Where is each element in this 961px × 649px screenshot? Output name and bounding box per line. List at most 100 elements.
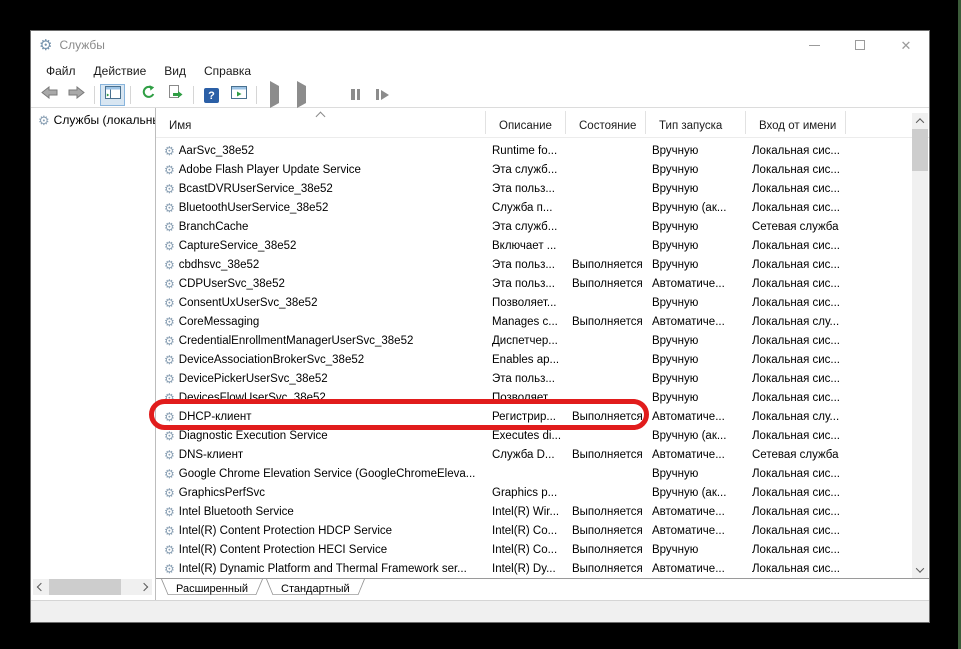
resume-service-button[interactable] [289, 84, 314, 106]
refresh-button[interactable] [136, 84, 161, 106]
service-logon-as: Локальная сис... [746, 430, 846, 442]
column-header-1[interactable]: Описание [486, 108, 566, 137]
service-name-cell: ⚙Intel(R) Dynamic Platform and Thermal F… [156, 563, 486, 575]
scroll-up-button[interactable] [912, 113, 928, 129]
column-header-0[interactable]: Имя [156, 108, 486, 137]
table-row[interactable]: ⚙cbdhsvc_38e52Эта польз...ВыполняетсяВру… [156, 255, 929, 274]
table-row[interactable]: ⚙ConsentUxUserSvc_38e52Позволяет...Вручн… [156, 293, 929, 312]
service-startup-type: Вручную [646, 392, 746, 404]
service-name-cell: ⚙BranchCache [156, 221, 486, 233]
table-row[interactable]: ⚙BranchCacheЭта служб...ВручнуюСетевая с… [156, 217, 929, 236]
pause-service-button[interactable] [343, 84, 368, 106]
service-name-cell: ⚙cbdhsvc_38e52 [156, 259, 486, 271]
service-gear-icon: ⚙ [164, 202, 175, 214]
menu-file[interactable]: Файл [37, 61, 85, 81]
service-logon-as: Локальная сис... [746, 544, 846, 556]
show-console-tree-icon [105, 86, 121, 104]
table-row[interactable]: ⚙GraphicsPerfSvcGraphics p...Вручную (ак… [156, 483, 929, 502]
service-startup-type: Вручную [646, 221, 746, 233]
service-logon-as: Локальная сис... [746, 487, 846, 499]
tab-standard[interactable]: Стандартный [266, 579, 365, 598]
services-app-icon: ⚙ [39, 38, 52, 53]
tab-extended[interactable]: Расширенный [161, 579, 263, 598]
table-row[interactable]: ⚙DNS-клиентСлужба D...ВыполняетсяАвтомат… [156, 445, 929, 464]
service-gear-icon: ⚙ [164, 316, 175, 328]
service-status: Выполняется [566, 563, 646, 575]
scroll-right-button[interactable] [136, 579, 152, 595]
service-name: CDPUserSvc_38e52 [179, 278, 285, 290]
tree-horizontal-scrollbar[interactable] [33, 579, 152, 595]
minimize-button[interactable] [791, 31, 837, 59]
table-row[interactable]: ⚙BcastDVRUserService_38e52Эта польз...Вр… [156, 179, 929, 198]
table-row[interactable]: ⚙Intel Bluetooth ServiceIntel(R) Wir...В… [156, 502, 929, 521]
service-name-cell: ⚙DevicesFlowUserSvc_38e52 [156, 392, 486, 404]
table-row-dhcp-client[interactable]: ⚙DHCP-клиентРегистрир...ВыполняетсяАвтом… [156, 407, 929, 426]
service-logon-as: Локальная сис... [746, 525, 846, 537]
service-logon-as: Сетевая служба [746, 449, 846, 461]
service-logon-as: Локальная сис... [746, 145, 846, 157]
table-row[interactable]: ⚙DevicesFlowUserSvc_38e52Позволяет...Вру… [156, 388, 929, 407]
menu-help[interactable]: Справка [195, 61, 260, 81]
services-list-pane: ИмяОписание Состояние Тип запускаВход от и… [156, 108, 929, 600]
service-name-cell: ⚙AarSvc_38e52 [156, 145, 486, 157]
table-row[interactable]: ⚙CredentialEnrollmentManagerUserSvc_38e5… [156, 331, 929, 350]
back-button[interactable] [37, 84, 62, 106]
show-console-tree-button[interactable] [100, 84, 125, 106]
start-service-button[interactable] [262, 84, 287, 106]
maximize-button[interactable] [837, 31, 883, 59]
scroll-down-button[interactable] [912, 562, 928, 578]
table-row[interactable]: ⚙Intel(R) Dynamic Platform and Thermal F… [156, 559, 929, 578]
service-startup-type: Автоматиче... [646, 449, 746, 461]
table-row[interactable]: ⚙BluetoothUserService_38e52Служба п...Вр… [156, 198, 929, 217]
scrollbar-thumb[interactable] [49, 579, 121, 595]
maximize-icon [855, 40, 865, 50]
service-name: Intel Bluetooth Service [179, 506, 294, 518]
restart-service-button[interactable] [370, 84, 395, 106]
minimize-icon [809, 45, 820, 46]
console-tree-pane: ⚙ Службы (локальные) [31, 108, 156, 600]
show-action-pane-button[interactable] [226, 84, 251, 106]
table-row[interactable]: ⚙Intel(R) Content Protection HDCP Servic… [156, 521, 929, 540]
service-startup-type: Автоматиче... [646, 506, 746, 518]
table-row[interactable]: ⚙DevicePickerUserSvc_38e52Эта польз...Вр… [156, 369, 929, 388]
service-startup-type: Вручную [646, 354, 746, 366]
menu-bar: ФайлДействиеВидСправка [31, 59, 929, 82]
column-header-label: Состояние [579, 120, 636, 132]
service-logon-as: Локальная сис... [746, 335, 846, 347]
table-row[interactable]: ⚙DeviceAssociationBrokerSvc_38e52Enables… [156, 350, 929, 369]
service-gear-icon: ⚙ [164, 183, 175, 195]
service-name: ConsentUxUserSvc_38e52 [179, 297, 318, 309]
table-row[interactable]: ⚙AarSvc_38e52Runtime fo...ВручнуюЛокальн… [156, 141, 929, 160]
service-gear-icon: ⚙ [164, 259, 175, 271]
table-row[interactable]: ⚙Google Chrome Elevation Service (Google… [156, 464, 929, 483]
stop-service-button[interactable] [316, 84, 341, 106]
forward-button[interactable] [64, 84, 89, 106]
service-description: Служба D... [486, 449, 566, 461]
column-header-4[interactable]: Вход от имени [746, 108, 846, 137]
menu-view[interactable]: Вид [155, 61, 195, 81]
help-button[interactable]: ? [199, 84, 224, 106]
menu-action[interactable]: Действие [85, 61, 156, 81]
table-row[interactable]: ⚙Diagnostic Execution ServiceExecutes di… [156, 426, 929, 445]
table-row[interactable]: ⚙CaptureService_38e52Включает ...Вручную… [156, 236, 929, 255]
service-name: Google Chrome Elevation Service (GoogleC… [179, 468, 476, 480]
table-row[interactable]: ⚙CoreMessagingManages c...ВыполняетсяАвт… [156, 312, 929, 331]
table-row[interactable]: ⚙CDPUserSvc_38e52Эта польз...Выполняется… [156, 274, 929, 293]
service-logon-as: Локальная сис... [746, 468, 846, 480]
services-window: ⚙ Службы ✕ ФайлДействиеВидСправка ? ⚙ Сл… [30, 30, 930, 623]
close-button[interactable]: ✕ [883, 31, 929, 59]
service-status: Выполняется [566, 259, 646, 271]
list-vertical-scrollbar[interactable] [912, 113, 928, 578]
service-description: Диспетчер... [486, 335, 566, 347]
scroll-left-button[interactable] [33, 579, 49, 595]
tree-item-services-local[interactable]: ⚙ Службы (локальные) [31, 108, 155, 127]
scrollbar-thumb[interactable] [912, 129, 928, 171]
service-description: Эта польз... [486, 278, 566, 290]
export-list-button[interactable] [163, 84, 188, 106]
column-header-3[interactable]: Тип запуска [646, 108, 746, 137]
table-row[interactable]: ⚙Intel(R) Content Protection HECI Servic… [156, 540, 929, 559]
service-name-cell: ⚙ConsentUxUserSvc_38e52 [156, 297, 486, 309]
service-gear-icon: ⚙ [164, 164, 175, 176]
table-row[interactable]: ⚙Adobe Flash Player Update ServiceЭта сл… [156, 160, 929, 179]
column-header-2[interactable]: Состояние [566, 108, 646, 137]
